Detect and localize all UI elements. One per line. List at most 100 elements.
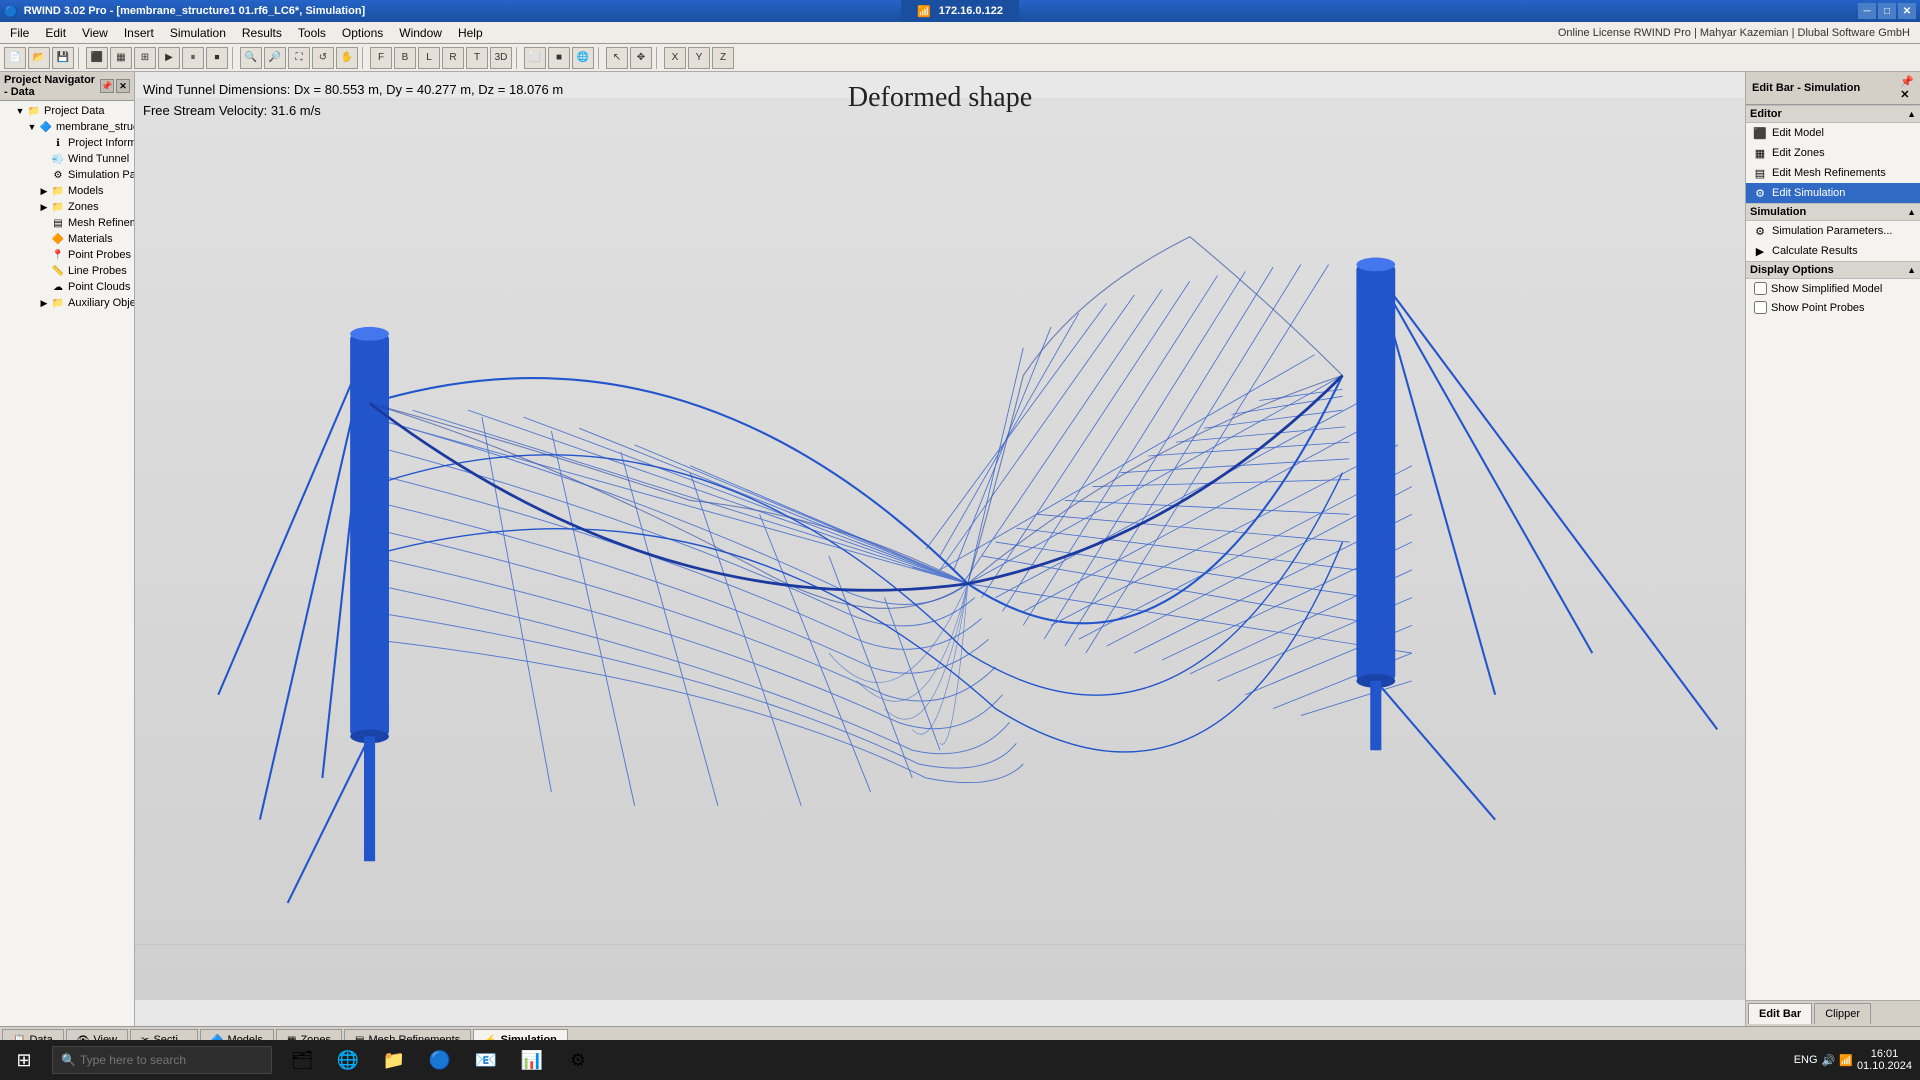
tree-line-probes[interactable]: 📏 Line Probes <box>0 263 134 279</box>
taskbar-app2[interactable]: ⚙ <box>556 1040 600 1080</box>
canvas-area[interactable] <box>135 72 1745 1026</box>
expand-icon: ▼ <box>14 105 26 117</box>
nav-close[interactable]: ✕ <box>116 79 130 93</box>
tree-sim-params[interactable]: ⚙ Simulation Parameters <box>0 167 134 183</box>
menu-insert[interactable]: Insert <box>116 24 162 42</box>
right-edit-simulation[interactable]: ⚙ Edit Simulation <box>1746 183 1920 203</box>
tree-project-data[interactable]: ▼ 📁 Project Data <box>0 103 134 119</box>
tb-front[interactable]: F <box>370 47 392 69</box>
tb-back[interactable]: B <box>394 47 416 69</box>
menu-simulation[interactable]: Simulation <box>162 24 234 42</box>
menu-results[interactable]: Results <box>234 24 290 42</box>
taskbar-folder[interactable]: 📁 <box>372 1040 416 1080</box>
tb-axis-x[interactable]: X <box>664 47 686 69</box>
title-bar: 🔵 RWIND 3.02 Pro - [membrane_structure1 … <box>0 0 1920 22</box>
close-button[interactable]: ✕ <box>1898 3 1916 19</box>
line-icon: 📏 <box>50 264 66 278</box>
tb-axis-y[interactable]: Y <box>688 47 710 69</box>
folder-tb-icon: 📁 <box>383 1050 405 1071</box>
point-probes-checkbox[interactable] <box>1754 301 1767 314</box>
tb-zoom-out[interactable]: 🔎 <box>264 47 286 69</box>
tb-select[interactable]: ↖ <box>606 47 628 69</box>
menu-edit[interactable]: Edit <box>37 24 74 42</box>
tb-btn1[interactable]: ⬛ <box>86 47 108 69</box>
menu-tools[interactable]: Tools <box>290 24 334 42</box>
taskbar-edge[interactable]: 🌐 <box>326 1040 370 1080</box>
right-edit-zones[interactable]: ▦ Edit Zones <box>1746 143 1920 163</box>
taskbar-tray: ENG 🔊 📶 16:01 01.10.2024 <box>1786 1048 1920 1072</box>
tree-point-probes[interactable]: 📍 Point Probes <box>0 247 134 263</box>
taskbar: ⊞ 🔍 🗂 🌐 📁 🔵 📧 📊 ⚙ ENG 🔊 📶 16:01 <box>0 1040 1920 1080</box>
search-input[interactable] <box>80 1053 263 1067</box>
viewport[interactable]: Wind Tunnel Dimensions: Dx = 80.553 m, D… <box>135 72 1745 1026</box>
editor-collapse-icon[interactable]: ▲ <box>1907 109 1916 119</box>
tb-btn6[interactable]: ⏹ <box>206 47 228 69</box>
taskbar-app1[interactable]: 📊 <box>510 1040 554 1080</box>
tb-new[interactable]: 📄 <box>4 47 26 69</box>
tb-top[interactable]: T <box>466 47 488 69</box>
nav-pin[interactable]: 📌 <box>100 79 114 93</box>
menu-file[interactable]: File <box>2 24 37 42</box>
tb-btn2[interactable]: ▦ <box>110 47 132 69</box>
display-point-probes[interactable]: Show Point Probes <box>1746 298 1920 317</box>
tb-open[interactable]: 📂 <box>28 47 50 69</box>
tree-wind-tunnel[interactable]: 💨 Wind Tunnel <box>0 151 134 167</box>
right-calc-results[interactable]: ▶ Calculate Results <box>1746 241 1920 261</box>
display-collapse-icon[interactable]: ▲ <box>1907 265 1916 275</box>
editor-section-header: Editor ▲ <box>1746 105 1920 123</box>
simplified-model-label: Show Simplified Model <box>1771 283 1882 295</box>
tb-fit[interactable]: ⛶ <box>288 47 310 69</box>
menu-options[interactable]: Options <box>334 24 391 42</box>
right-close[interactable]: ✕ <box>1900 88 1914 101</box>
tree-project-info[interactable]: ℹ Project Information <box>0 135 134 151</box>
right-edit-model[interactable]: ⬛ Edit Model <box>1746 123 1920 143</box>
menu-bar: File Edit View Insert Simulation Results… <box>0 22 1920 44</box>
tree-mesh[interactable]: ▤ Mesh Refinements <box>0 215 134 231</box>
menu-view[interactable]: View <box>74 24 116 42</box>
maximize-button[interactable]: □ <box>1878 3 1896 19</box>
tray-volume-icon: 🔊 <box>1822 1054 1836 1067</box>
edge-icon: 🌐 <box>337 1050 359 1071</box>
nav-header: Project Navigator - Data 📌 ✕ <box>0 72 134 101</box>
tb-save[interactable]: 💾 <box>52 47 74 69</box>
tb-pan[interactable]: ✋ <box>336 47 358 69</box>
right-pin[interactable]: 📌 <box>1900 75 1914 88</box>
tb-btn5[interactable]: ⏸ <box>182 47 204 69</box>
right-tab-clipper[interactable]: Clipper <box>1814 1003 1871 1024</box>
taskbar-chrome[interactable]: 🔵 <box>418 1040 462 1080</box>
tb-rotate[interactable]: ↺ <box>312 47 334 69</box>
outlook-icon: 📧 <box>475 1050 497 1071</box>
tb-btn3[interactable]: ⊞ <box>134 47 156 69</box>
folder-icon: 📁 <box>26 104 42 118</box>
right-sim-params[interactable]: ⚙ Simulation Parameters... <box>1746 221 1920 241</box>
tb-wire[interactable]: ⬜ <box>524 47 546 69</box>
tb-axis-z[interactable]: Z <box>712 47 734 69</box>
menu-help[interactable]: Help <box>450 24 491 42</box>
menu-window[interactable]: Window <box>391 24 450 42</box>
minimize-button[interactable]: ─ <box>1858 3 1876 19</box>
tb-btn4[interactable]: ▶ <box>158 47 180 69</box>
tree-point-clouds[interactable]: ☁ Point Clouds <box>0 279 134 295</box>
tb-move[interactable]: ✥ <box>630 47 652 69</box>
sim-collapse-icon[interactable]: ▲ <box>1907 207 1916 217</box>
tb-right[interactable]: R <box>442 47 464 69</box>
right-edit-zones-label: Edit Zones <box>1772 147 1825 159</box>
taskbar-explorer[interactable]: 🗂 <box>280 1040 324 1080</box>
start-button[interactable]: ⊞ <box>0 1040 48 1080</box>
search-box[interactable]: 🔍 <box>52 1046 272 1074</box>
tree-auxiliary[interactable]: ▶ 📁 Auxiliary Objects <box>0 295 134 311</box>
right-tab-edit-bar[interactable]: Edit Bar <box>1748 1003 1812 1024</box>
simplified-model-checkbox[interactable] <box>1754 282 1767 295</box>
tree-models[interactable]: ▶ 📁 Models <box>0 183 134 199</box>
tb-left[interactable]: L <box>418 47 440 69</box>
tb-render[interactable]: 🌐 <box>572 47 594 69</box>
display-simplified-model[interactable]: Show Simplified Model <box>1746 279 1920 298</box>
tree-materials[interactable]: 🔶 Materials <box>0 231 134 247</box>
right-edit-mesh[interactable]: ▤ Edit Mesh Refinements <box>1746 163 1920 183</box>
tree-membrane[interactable]: ▼ 🔷 membrane_structure1 <box>0 119 134 135</box>
taskbar-outlook[interactable]: 📧 <box>464 1040 508 1080</box>
tree-zones[interactable]: ▶ 📁 Zones <box>0 199 134 215</box>
tb-zoom-in[interactable]: 🔍 <box>240 47 262 69</box>
tb-solid[interactable]: ■ <box>548 47 570 69</box>
tb-iso[interactable]: 3D <box>490 47 512 69</box>
